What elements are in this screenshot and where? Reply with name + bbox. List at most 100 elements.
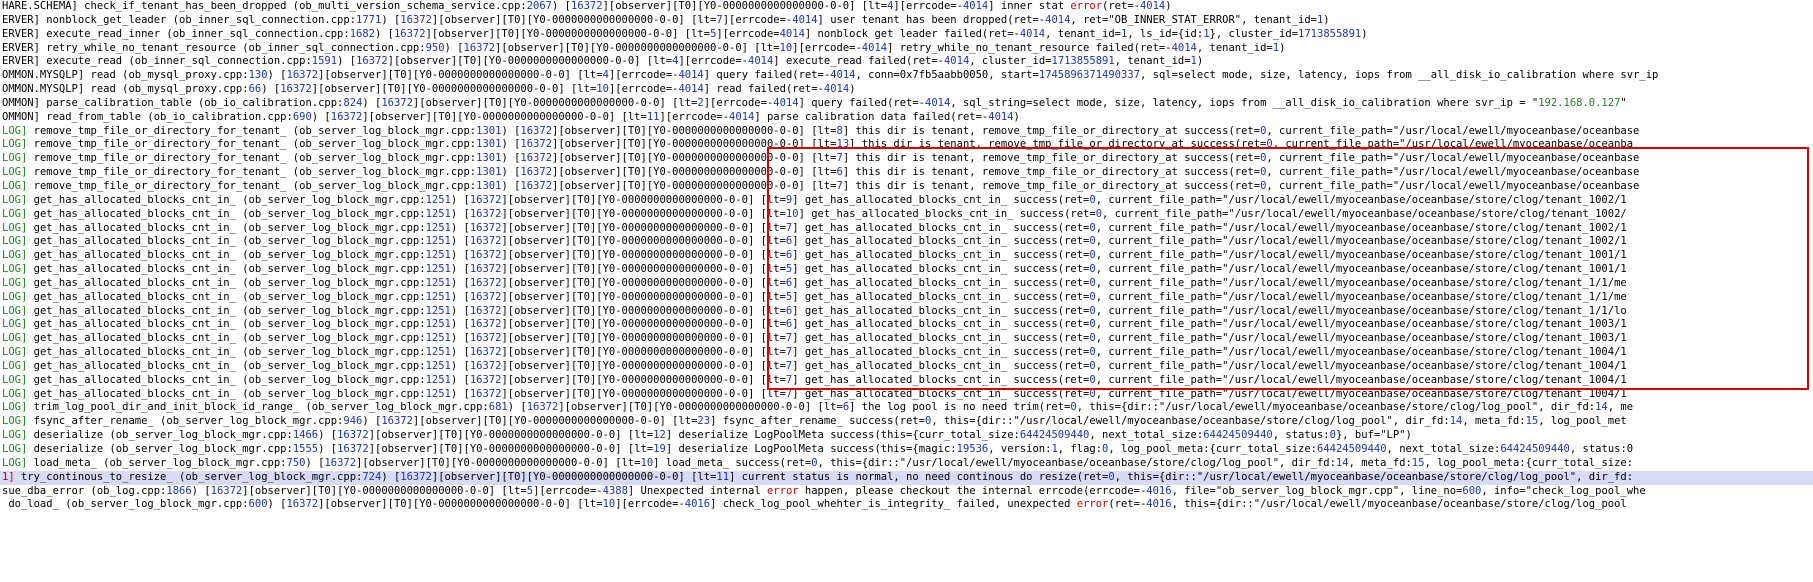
- log-text: execute_read_inner (ob_inner_sql_connect…: [39, 27, 350, 40]
- log-line[interactable]: LOG] trim_log_pool_dir_and_init_block_id…: [0, 401, 1813, 415]
- log-line[interactable]: ERVER] execute_read (ob_inner_sql_connec…: [0, 55, 1813, 69]
- log-text: ) [: [507, 401, 527, 414]
- log-text: ][observer][T0][Y0-0000000000000000-0-0]…: [412, 96, 698, 109]
- log-line[interactable]: OMMON.MYSQLP] read (ob_mysql_proxy.cpp:1…: [0, 69, 1813, 83]
- log-text: ): [1165, 0, 1172, 12]
- log-number: 16372: [520, 138, 553, 151]
- log-text: ) [: [191, 484, 211, 497]
- log-number: 690: [292, 110, 312, 123]
- log-text: ][observer][T0][Y0-0000000000000000-0-0]…: [368, 429, 654, 442]
- log-line[interactable]: LOG] get_has_allocated_blocks_cnt_in_ (o…: [0, 318, 1813, 332]
- log-line[interactable]: LOG] get_has_allocated_blocks_cnt_in_ (o…: [0, 222, 1813, 236]
- log-line[interactable]: LOG] get_has_allocated_blocks_cnt_in_ (o…: [0, 332, 1813, 346]
- log-text: ][observer][T0][Y0-0000000000000000-0-0]…: [501, 249, 786, 262]
- log-text: ] parse calibration data failed(ret=-: [754, 110, 989, 123]
- log-text: ) [: [362, 96, 382, 109]
- log-text: remove_tmp_file_or_directory_for_tenant_…: [27, 179, 477, 192]
- log-text: ][observer][T0][Y0-0000000000000000-0-0]…: [318, 498, 603, 511]
- log-number: 1251: [425, 290, 451, 303]
- log-number: 1251: [425, 373, 451, 386]
- log-text: , log_pool_meta:{curr_total_size:: [1424, 456, 1634, 469]
- log-text: ): [1013, 110, 1020, 123]
- log-number: 16372: [463, 41, 496, 54]
- log-line[interactable]: ERVER] retry_while_no_tenant_resource (o…: [0, 42, 1813, 56]
- log-module-tag: LOG]: [2, 166, 28, 179]
- log-number: 16372: [520, 166, 553, 179]
- log-line[interactable]: HARE.SCHEMA] check_if_tenant_has_been_dr…: [0, 0, 1813, 14]
- log-line[interactable]: sue_dba_error (ob_log.cpp:1866) [16372][…: [0, 485, 1813, 499]
- log-text: ) [: [450, 387, 470, 400]
- log-line[interactable]: LOG] get_has_allocated_blocks_cnt_in_ (o…: [0, 235, 1813, 249]
- log-line[interactable]: LOG] get_has_allocated_blocks_cnt_in_ (o…: [0, 305, 1813, 319]
- log-line[interactable]: LOG] get_has_allocated_blocks_cnt_in_ (o…: [0, 388, 1813, 402]
- log-text: ][observer][T0][Y0-0000000000000000-0-0]…: [425, 27, 711, 40]
- log-number: 64424509440: [1317, 443, 1387, 455]
- log-line[interactable]: ERVER] execute_read_inner (ob_inner_sql_…: [0, 28, 1813, 42]
- log-text: , current_file_path="/usr/local/ewell/my…: [1095, 304, 1627, 317]
- log-text: , version:: [988, 443, 1052, 455]
- log-number: 1251: [425, 346, 451, 359]
- log-line[interactable]: LOG] get_has_allocated_blocks_cnt_in_ (o…: [0, 263, 1813, 277]
- log-text: remove_tmp_file_or_directory_for_tenant_…: [27, 152, 477, 165]
- log-text: , cluster_id=: [969, 55, 1052, 68]
- log-number: 1251: [425, 207, 451, 220]
- log-text: , this={dir::"/usr/local/ewell/myoceanba…: [817, 456, 1336, 469]
- log-line[interactable]: LOG] get_has_allocated_blocks_cnt_in_ (o…: [0, 291, 1813, 305]
- log-line[interactable]: LOG] get_has_allocated_blocks_cnt_in_ (o…: [0, 277, 1813, 291]
- log-module-tag: LOG]: [2, 249, 28, 262]
- log-viewer[interactable]: HARE.SCHEMA] check_if_tenant_has_been_dr…: [0, 0, 1813, 512]
- log-line[interactable]: 1] try_continous_to_resize_ (ob_server_l…: [0, 470, 1813, 485]
- log-line[interactable]: LOG] remove_tmp_file_or_directory_for_te…: [0, 166, 1813, 180]
- log-text: remove_tmp_file_or_directory_for_tenant_…: [27, 124, 477, 137]
- log-text: ) [: [261, 83, 281, 96]
- log-error-keyword: error: [766, 484, 799, 497]
- log-number: 16372: [337, 429, 369, 442]
- log-number: 23: [697, 415, 711, 428]
- log-text: , conn=0x7fb5aabb0050, start=: [855, 69, 1039, 82]
- log-line[interactable]: LOG] remove_tmp_file_or_directory_for_te…: [0, 125, 1813, 139]
- log-number: 1745896371490337: [1038, 69, 1140, 82]
- log-text: ) [: [501, 166, 521, 179]
- log-text: get_has_allocated_blocks_cnt_in_ (ob_ser…: [27, 276, 426, 289]
- log-text: (ob_log.cpp:: [84, 484, 167, 497]
- log-line[interactable]: OMMON.MYSQLP] read (ob_mysql_proxy.cpp:6…: [0, 83, 1813, 97]
- log-line[interactable]: OMMON] read_from_table (ob_io_calibratio…: [0, 111, 1813, 125]
- log-text: ][observer][T0][Y0-0000000000000000-0-0]…: [602, 0, 888, 12]
- log-text: ) [: [318, 429, 338, 442]
- log-line[interactable]: LOG] get_has_allocated_blocks_cnt_in_ (o…: [0, 374, 1813, 388]
- log-line[interactable]: LOG] get_has_allocated_blocks_cnt_in_ (o…: [0, 249, 1813, 263]
- log-line[interactable]: LOG] get_has_allocated_blocks_cnt_in_ (o…: [0, 346, 1813, 360]
- log-module-tag: LOG]: [2, 318, 28, 331]
- log-line[interactable]: LOG] deserialize (ob_server_log_block_mg…: [0, 443, 1813, 457]
- log-line[interactable]: LOG] fsync_after_rename_ (ob_server_log_…: [0, 415, 1813, 429]
- log-line[interactable]: LOG] get_has_allocated_blocks_cnt_in_ (o…: [0, 360, 1813, 374]
- log-text: deserialize (ob_server_log_block_mgr.cpp…: [27, 429, 293, 442]
- log-line[interactable]: LOG] remove_tmp_file_or_directory_for_te…: [0, 152, 1813, 166]
- log-text: , next_total_size:: [1386, 443, 1501, 455]
- log-number: 1301: [476, 179, 502, 192]
- log-line[interactable]: LOG] load_meta_ (ob_server_log_block_mgr…: [0, 457, 1813, 471]
- log-text: ] current status is normal, no need cont…: [729, 470, 1109, 483]
- log-number: 1251: [425, 235, 451, 248]
- log-line[interactable]: do_load_ (ob_server_log_block_mgr.cpp:60…: [0, 498, 1813, 512]
- log-text: ) [: [501, 124, 521, 137]
- log-text: ) [: [450, 318, 470, 331]
- log-line[interactable]: LOG] remove_tmp_file_or_directory_for_te…: [0, 180, 1813, 194]
- log-line[interactable]: OMMON] parse_calibration_table (ob_io_ca…: [0, 97, 1813, 111]
- log-text: , current_file_path="/usr/local/ewell/my…: [1266, 124, 1640, 137]
- log-error-keyword: error: [1076, 498, 1109, 511]
- log-line[interactable]: LOG] get_has_allocated_blocks_cnt_in_ (o…: [0, 194, 1813, 208]
- log-line[interactable]: ERVER] nonblock_get_leader (ob_inner_sql…: [0, 14, 1813, 28]
- log-module-tag: LOG]: [2, 179, 28, 192]
- log-module-tag: LOG]: [2, 387, 28, 400]
- log-text: get_has_allocated_blocks_cnt_in_ (ob_ser…: [27, 373, 426, 386]
- log-text: ][observer][T0][Y0-0000000000000000-0-0]…: [501, 346, 786, 359]
- log-text: ] get_has_allocated_blocks_cnt_in_ succe…: [792, 263, 1090, 276]
- log-line[interactable]: LOG] get_has_allocated_blocks_cnt_in_ (o…: [0, 208, 1813, 222]
- log-number: 4014: [773, 96, 799, 109]
- log-line[interactable]: LOG] deserialize (ob_server_log_block_mg…: [0, 429, 1813, 443]
- log-number: 16372: [520, 179, 553, 192]
- log-module-tag: LOG]: [2, 373, 28, 386]
- log-text: ][observer][T0][Y0-0000000000000000-0-0]…: [501, 207, 786, 220]
- log-line[interactable]: LOG] remove_tmp_file_or_directory_for_te…: [0, 138, 1813, 152]
